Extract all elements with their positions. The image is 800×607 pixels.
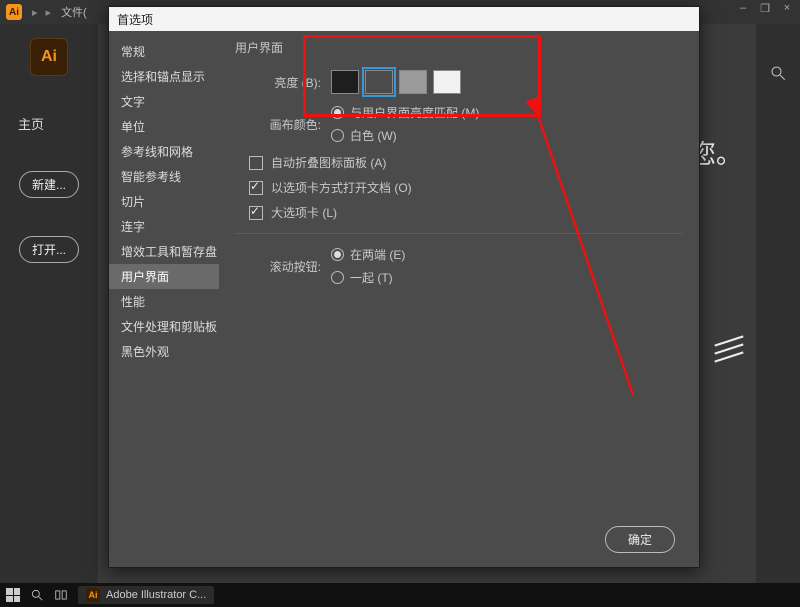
right-rail xyxy=(756,24,800,583)
ui-checkbox[interactable]: 大选项卡 (L) xyxy=(249,204,683,221)
preferences-sidebar-item[interactable]: 常规 xyxy=(109,39,219,64)
dialog-titlebar: 首选项 xyxy=(109,7,699,31)
checkbox-label: 以选项卡方式打开文档 (O) xyxy=(271,179,412,196)
scroll-buttons-radios: 在两端 (E) 一起 (T) xyxy=(331,246,423,286)
start-button[interactable] xyxy=(6,588,20,602)
preferences-sidebar-item[interactable]: 选择和锚点显示 xyxy=(109,64,219,89)
checkbox-label: 大选项卡 (L) xyxy=(271,204,337,221)
window-minimize-button[interactable]: – xyxy=(736,2,750,15)
preferences-sidebar-item[interactable]: 黑色外观 xyxy=(109,339,219,364)
taskbar-app-illustrator[interactable]: Ai Adobe Illustrator C... xyxy=(78,586,214,604)
menu-file[interactable]: 文件( xyxy=(55,4,93,20)
brightness-swatch[interactable] xyxy=(365,70,393,94)
brightness-row: 亮度 (B): xyxy=(235,70,683,94)
canvas-color-radio[interactable]: 白色 (W) xyxy=(331,127,479,144)
ui-checkboxes: 自动折叠图标面板 (A) 以选项卡方式打开文档 (O) 大选项卡 (L) xyxy=(235,154,683,221)
canvas-color-radios: 与用户界面亮度匹配 (M) 白色 (W) xyxy=(331,104,497,144)
dialog-title: 首选项 xyxy=(117,11,153,28)
checkbox-label: 自动折叠图标面板 (A) xyxy=(271,154,386,171)
annotation-arrow xyxy=(303,35,663,435)
brightness-swatch[interactable] xyxy=(433,70,461,94)
checkbox-box-icon xyxy=(249,181,263,195)
scroll-buttons-label: 滚动按钮: xyxy=(235,258,321,275)
radio-dot-icon xyxy=(331,248,344,261)
radio-dot-icon xyxy=(331,129,344,142)
preferences-panel-user-interface: 用户界面 亮度 (B): 画布颜色: 与用户界面亮度匹配 (M) 白色 (W) 自… xyxy=(219,31,699,567)
scroll-buttons-radio[interactable]: 一起 (T) xyxy=(331,269,405,286)
radio-dot-icon xyxy=(331,271,344,284)
ui-checkbox[interactable]: 自动折叠图标面板 (A) xyxy=(249,154,683,171)
checkbox-box-icon xyxy=(249,206,263,220)
radio-label: 与用户界面亮度匹配 (M) xyxy=(350,104,479,121)
section-title: 用户界面 xyxy=(235,39,683,56)
windows-taskbar: Ai Adobe Illustrator C... xyxy=(0,583,800,607)
preferences-sidebar-item[interactable]: 连字 xyxy=(109,214,219,239)
preferences-sidebar-item[interactable]: 单位 xyxy=(109,114,219,139)
preferences-sidebar-item[interactable]: 参考线和网格 xyxy=(109,139,219,164)
brightness-swatch[interactable] xyxy=(331,70,359,94)
canvas-color-label: 画布颜色: xyxy=(235,116,321,133)
preferences-sidebar: 常规选择和锚点显示文字单位参考线和网格智能参考线切片连字增效工具和暂存盘用户界面… xyxy=(109,31,219,567)
window-close-button[interactable]: × xyxy=(780,2,794,15)
decorative-lines xyxy=(714,334,744,364)
chevron-right-icon: ▸ xyxy=(32,6,38,19)
radio-label: 一起 (T) xyxy=(350,269,393,286)
divider xyxy=(235,233,683,234)
left-rail: Ai 主页 新建... 打开... xyxy=(0,24,98,583)
brightness-label: 亮度 (B): xyxy=(235,74,321,91)
radio-label: 在两端 (E) xyxy=(350,246,405,263)
radio-label: 白色 (W) xyxy=(350,127,397,144)
canvas-color-row: 画布颜色: 与用户界面亮度匹配 (M) 白色 (W) xyxy=(235,104,683,144)
task-view-icon[interactable] xyxy=(54,588,68,602)
ok-button[interactable]: 确定 xyxy=(605,526,675,553)
preferences-sidebar-item[interactable]: 用户界面 xyxy=(109,264,219,289)
search-icon[interactable] xyxy=(30,588,44,602)
window-restore-button[interactable]: ❐ xyxy=(758,2,772,15)
illustrator-icon: Ai xyxy=(86,588,100,602)
brightness-swatch[interactable] xyxy=(399,70,427,94)
preferences-sidebar-item[interactable]: 文件处理和剪贴板 xyxy=(109,314,219,339)
window-controls: – ❐ × xyxy=(736,2,794,15)
open-button[interactable]: 打开... xyxy=(19,236,79,263)
preferences-sidebar-item[interactable]: 增效工具和暂存盘 xyxy=(109,239,219,264)
ui-checkbox[interactable]: 以选项卡方式打开文档 (O) xyxy=(249,179,683,196)
app-badge-icon: Ai xyxy=(6,4,22,20)
preferences-sidebar-item[interactable]: 性能 xyxy=(109,289,219,314)
brightness-swatches xyxy=(331,70,461,94)
home-tab[interactable]: 主页 xyxy=(0,114,44,133)
new-button[interactable]: 新建... xyxy=(19,171,79,198)
preferences-sidebar-item[interactable]: 智能参考线 xyxy=(109,164,219,189)
chevron-right-icon: ▸ xyxy=(46,6,52,19)
app-logo-icon: Ai xyxy=(30,38,68,76)
preferences-sidebar-item[interactable]: 切片 xyxy=(109,189,219,214)
search-icon[interactable] xyxy=(769,64,787,85)
preferences-sidebar-item[interactable]: 文字 xyxy=(109,89,219,114)
taskbar-app-label: Adobe Illustrator C... xyxy=(106,589,206,601)
scroll-buttons-radio[interactable]: 在两端 (E) xyxy=(331,246,405,263)
canvas-color-radio[interactable]: 与用户界面亮度匹配 (M) xyxy=(331,104,479,121)
checkbox-box-icon xyxy=(249,156,263,170)
scroll-buttons-row: 滚动按钮: 在两端 (E) 一起 (T) xyxy=(235,246,683,286)
radio-dot-icon xyxy=(331,106,344,119)
preferences-dialog: 首选项 常规选择和锚点显示文字单位参考线和网格智能参考线切片连字增效工具和暂存盘… xyxy=(108,6,700,568)
